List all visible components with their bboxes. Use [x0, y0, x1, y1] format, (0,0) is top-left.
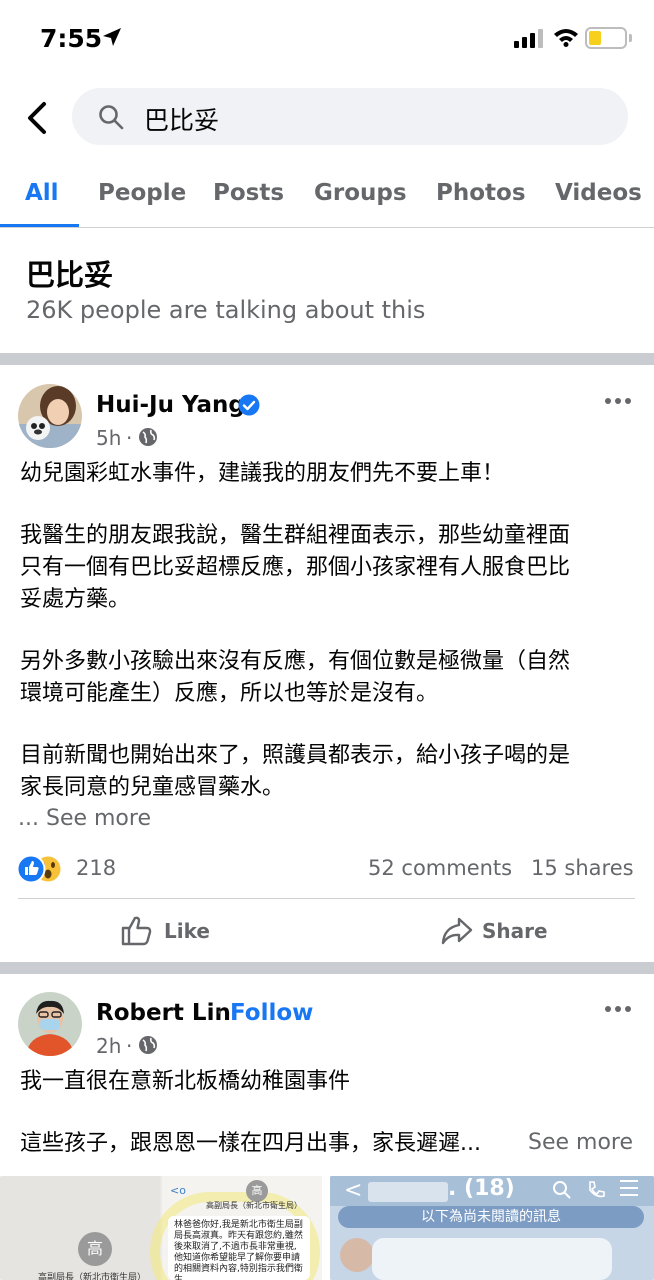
verified-badge-icon — [238, 394, 260, 416]
post-timestamp[interactable]: 5h — [96, 426, 121, 450]
tab-posts[interactable]: Posts — [213, 180, 284, 206]
post-text-line: 幼兒園彩虹水事件，建議我的朋友們先不要上車！ — [20, 461, 505, 486]
tab-people[interactable]: People — [98, 180, 186, 206]
location-arrow-icon — [103, 28, 121, 46]
post-text-line: 我醫生的朋友跟我說，醫生群組裡面表示，那些幼童裡面 — [20, 523, 571, 548]
search-query[interactable]: 巴比妥 — [144, 101, 219, 137]
blurred-name — [368, 1182, 448, 1202]
tab-photos[interactable]: Photos — [436, 180, 526, 206]
phone-icon — [589, 1181, 605, 1198]
shares-count[interactable]: 15 shares — [531, 856, 634, 880]
globe-icon — [139, 1036, 157, 1054]
globe-icon — [139, 428, 157, 446]
chat-title: 高副局長（新北市衛生局） — [206, 1201, 302, 1210]
post-author[interactable]: Hui-Ju Yang — [96, 392, 245, 418]
avatar[interactable] — [18, 992, 82, 1056]
more-options-icon[interactable] — [605, 396, 635, 406]
battery-tip — [629, 34, 632, 42]
action-divider — [18, 898, 635, 899]
post-text-line: 家長同意的兒童感冒藥水。 — [20, 775, 285, 800]
post-text-line: 環境可能產生）反應，所以也等於是沒有。 — [20, 681, 439, 706]
see-more-link[interactable]: ... See more — [18, 806, 151, 831]
post-timestamp[interactable]: 2h — [96, 1034, 121, 1058]
post-author[interactable]: Robert Lin — [96, 1000, 231, 1026]
tab-videos[interactable]: Videos — [555, 180, 642, 206]
search-icon — [99, 105, 124, 130]
post-text-line: 妥處方藥。 — [20, 587, 131, 612]
chat-member-count: . (18) — [448, 1176, 515, 1201]
search-filter-tabs: All People Posts Groups Photos Videos — [0, 164, 654, 228]
share-button[interactable]: Share — [430, 906, 560, 956]
topic-title: 巴比妥 — [26, 258, 114, 292]
active-tab-indicator — [0, 224, 79, 227]
like-button[interactable]: Like — [110, 906, 220, 956]
more-options-icon[interactable] — [605, 1004, 635, 1014]
post-photo-2[interactable]: < . (18) 以下為尚未閱讀的訊息 — [330, 1176, 654, 1280]
share-label: Share — [482, 919, 548, 943]
thumbs-up-icon — [121, 916, 152, 946]
avatar[interactable] — [18, 384, 82, 448]
reaction-count[interactable]: 218 — [76, 856, 116, 880]
battery-icon — [585, 27, 627, 49]
post-text-line: 這些孩子，跟恩恩一樣在四月出事，家長遲遲... — [20, 1131, 481, 1156]
chat-back-icon: < — [344, 1178, 363, 1203]
section-divider — [0, 353, 654, 365]
see-more-link[interactable]: See more — [528, 1130, 633, 1155]
topic-subtitle: 26K people are talking about this — [26, 296, 426, 324]
meta-dot: · — [126, 1034, 133, 1058]
status-bar: 7:55 — [0, 0, 654, 72]
chat-back-icon: <o — [170, 1184, 186, 1197]
status-time: 7:55 — [40, 24, 103, 53]
cellular-signal-icon — [514, 29, 543, 48]
blurred-avatar — [340, 1238, 374, 1272]
post-text-line: 只有一個有巴比妥超標反應，那個小孩家裡有人服食巴比 — [20, 555, 571, 580]
follow-dot: · — [216, 1000, 224, 1026]
avatar-image — [18, 384, 82, 448]
section-divider — [0, 962, 654, 974]
blurred-message — [372, 1238, 612, 1280]
comments-count[interactable]: 52 comments — [368, 856, 512, 880]
search-icon — [553, 1181, 571, 1199]
post-text-line: 另外多數小孩驗出來沒有反應，有個位數是極微量（自然 — [20, 649, 571, 674]
post-text-line: 我一直很在意新北板橋幼稚園事件 — [20, 1069, 351, 1094]
back-arrow-icon[interactable] — [20, 98, 56, 138]
unread-banner: 以下為尚未閱讀的訊息 — [338, 1206, 644, 1228]
reaction-icons[interactable] — [18, 854, 74, 884]
chat-message: 林爸爸你好,我是新北市衛生局副局長高淑真。昨天有跟您約,雖然後來取消了,不過市長… — [168, 1216, 310, 1280]
follow-button[interactable]: Follow — [230, 1000, 313, 1026]
avatar-image — [18, 992, 82, 1056]
search-input[interactable]: 巴比妥 — [72, 88, 628, 145]
contact-name: 高副局長（新北市衛生局） — [38, 1273, 147, 1280]
share-arrow-icon — [441, 917, 473, 945]
post-photo-1[interactable]: 高 高副局長（新北市衛生局） <o 高 高副局長（新北市衛生局） 林爸爸你好,我… — [0, 1176, 322, 1280]
tab-groups[interactable]: Groups — [314, 180, 407, 206]
chat-avatar: 高 — [246, 1180, 268, 1202]
tab-all[interactable]: All — [25, 180, 59, 206]
post-text-line: 目前新聞也開始出來了，照護員都表示，給小孩子喝的是 — [20, 743, 571, 768]
contact-avatar: 高 — [78, 1232, 112, 1266]
like-label: Like — [164, 919, 210, 943]
menu-icon — [620, 1180, 638, 1182]
meta-dot: · — [126, 426, 133, 450]
wifi-icon — [554, 29, 578, 47]
